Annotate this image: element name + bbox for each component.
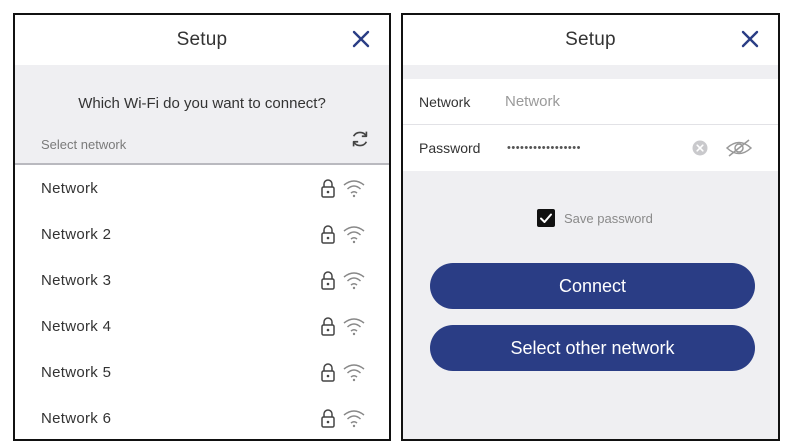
select-other-network-button[interactable]: Select other network xyxy=(430,325,755,371)
credentials-form: Network Password ••••••••••••••••• xyxy=(403,79,778,171)
lock-icon xyxy=(321,225,335,244)
network-credentials-panel: Setup Network Password ••••••••••••••••• xyxy=(401,13,780,441)
save-password-label: Save password xyxy=(564,210,653,226)
network-list-item[interactable]: Network 2 xyxy=(15,211,389,257)
network-name: Network 2 xyxy=(41,225,112,243)
wifi-icon xyxy=(343,410,365,428)
lock-icon xyxy=(321,317,335,336)
network-name-input[interactable] xyxy=(505,93,675,110)
header: Setup xyxy=(15,15,389,65)
password-input[interactable]: ••••••••••••••••• xyxy=(507,142,581,154)
network-name: Network 3 xyxy=(41,271,112,289)
network-list-item[interactable]: Network 6 xyxy=(15,395,389,439)
network-list-item[interactable]: Network 5 xyxy=(15,349,389,395)
network-field-label: Network xyxy=(419,93,471,110)
wifi-icon xyxy=(343,180,365,198)
lock-icon xyxy=(321,363,335,382)
lock-icon xyxy=(321,179,335,198)
network-list-item[interactable]: Network 4 xyxy=(15,303,389,349)
check-icon xyxy=(540,213,552,223)
wifi-question: Which Wi-Fi do you want to connect? xyxy=(78,95,326,112)
network-list: Network Network 2 Network 3 Network 4 Ne… xyxy=(15,165,389,439)
network-name: Network 6 xyxy=(41,409,112,427)
clear-icon[interactable] xyxy=(692,140,708,156)
page-title: Setup xyxy=(176,29,228,50)
password-field-label: Password xyxy=(419,140,481,156)
connect-button[interactable]: Connect xyxy=(430,263,755,309)
eye-off-icon[interactable] xyxy=(725,138,753,158)
network-list-item[interactable]: Network 3 xyxy=(15,257,389,303)
close-icon[interactable] xyxy=(349,27,373,51)
network-list-panel: Setup Which Wi-Fi do you want to connect… xyxy=(13,13,391,441)
wifi-icon xyxy=(343,364,365,382)
close-icon[interactable] xyxy=(738,27,762,51)
select-network-label: Select network xyxy=(41,137,127,152)
lock-icon xyxy=(321,409,335,428)
password-field-row: Password ••••••••••••••••• xyxy=(403,125,778,171)
checkbox[interactable] xyxy=(537,209,555,227)
network-list-item[interactable]: Network xyxy=(15,165,389,211)
wifi-icon xyxy=(343,226,365,244)
wifi-icon xyxy=(343,272,365,290)
wifi-icon xyxy=(343,318,365,336)
network-name: Network 4 xyxy=(41,317,112,335)
network-name: Network 5 xyxy=(41,363,112,381)
header: Setup xyxy=(403,15,778,65)
network-name: Network xyxy=(41,179,99,197)
refresh-icon[interactable] xyxy=(349,128,371,150)
page-title: Setup xyxy=(565,29,616,50)
lock-icon xyxy=(321,271,335,290)
network-field-row: Network xyxy=(403,79,778,125)
save-password-checkbox[interactable]: Save password xyxy=(537,209,653,227)
